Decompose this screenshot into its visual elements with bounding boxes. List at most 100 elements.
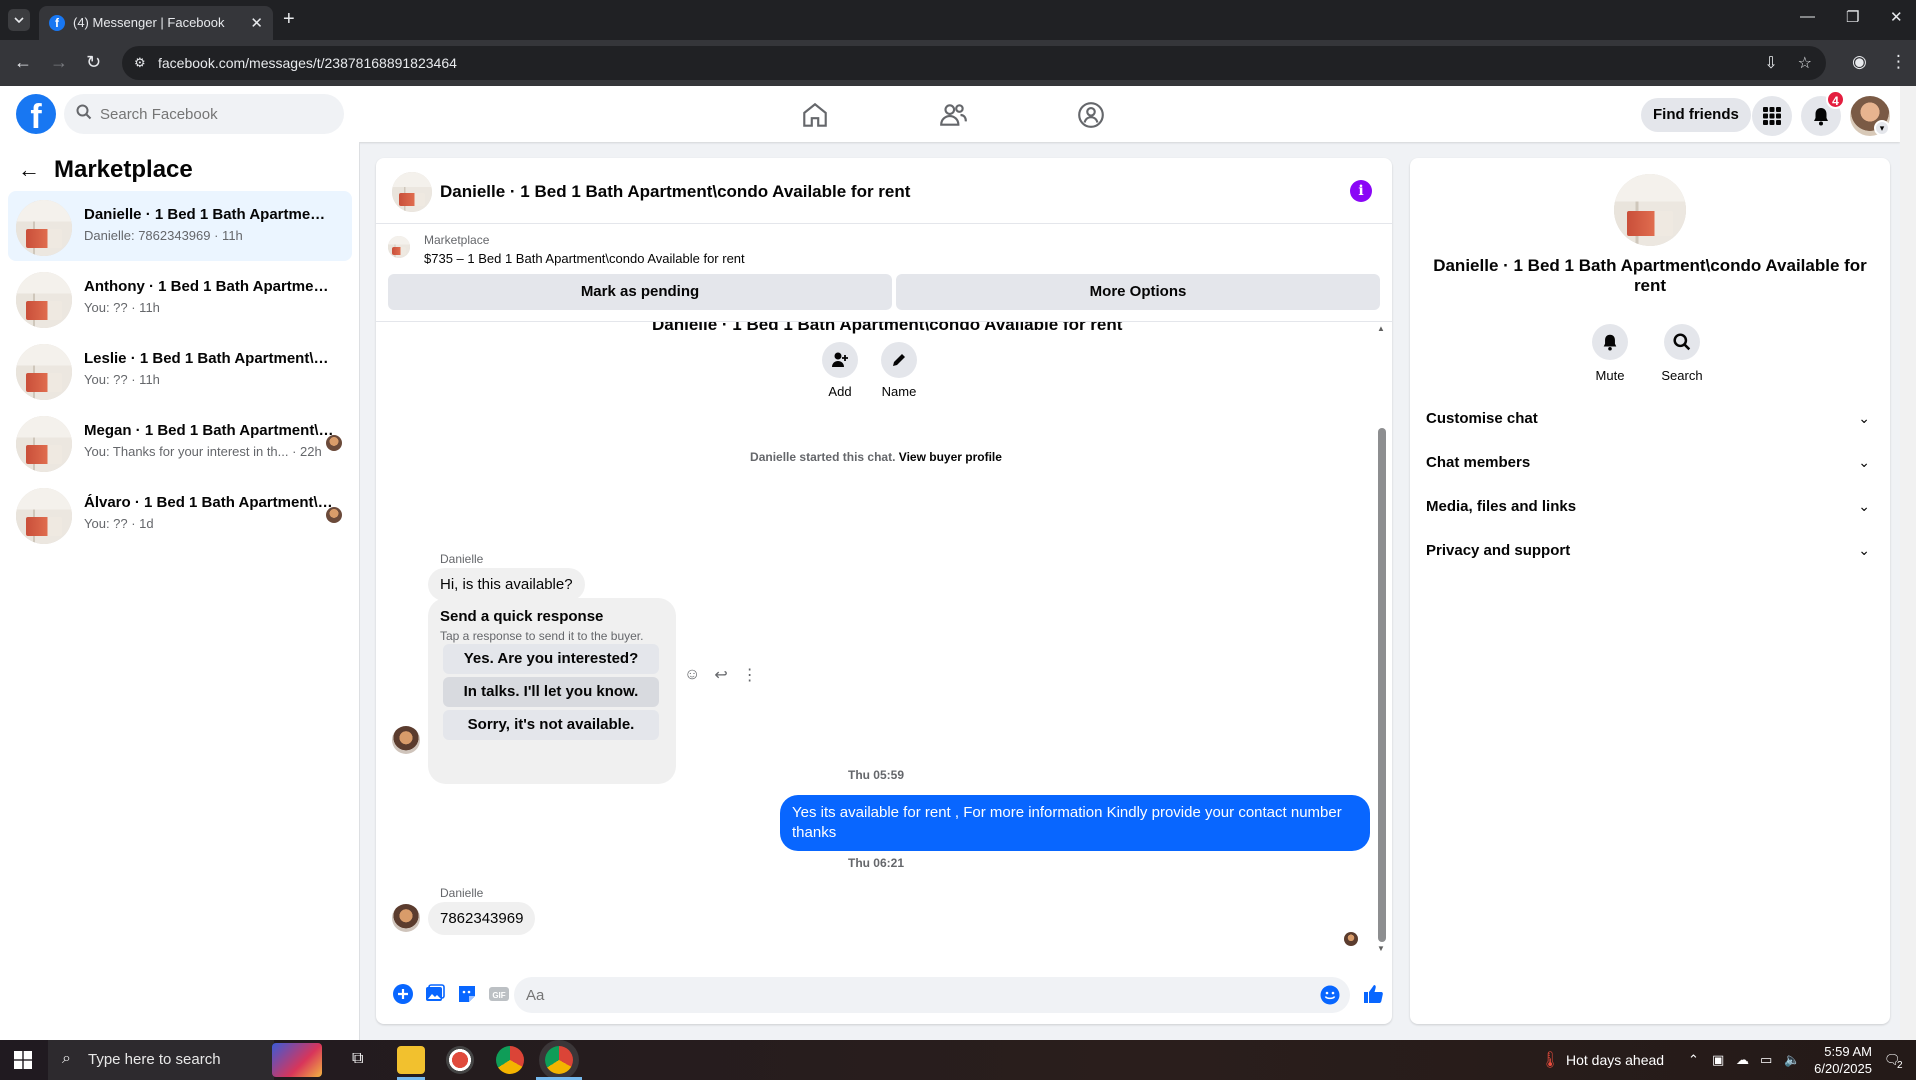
details-title: Danielle · 1 Bed 1 Bath Apartment\condo …: [1433, 256, 1867, 295]
listing-thumbnail[interactable]: [392, 172, 432, 212]
home-icon[interactable]: [800, 100, 830, 130]
privacy-support-section[interactable]: Privacy and support ⌄: [1426, 530, 1874, 574]
search-input[interactable]: [100, 94, 330, 134]
close-tab-icon[interactable]: ✕: [250, 14, 263, 32]
conversation-item[interactable]: Anthony · 1 Bed 1 Bath Apartment\condo A…: [8, 263, 352, 333]
task-view-icon[interactable]: ⧉: [352, 1050, 363, 1068]
groups-icon[interactable]: [1076, 100, 1106, 130]
conversation-title: Danielle · 1 Bed 1 Bath Apartment\condo …: [84, 206, 334, 223]
network-icon[interactable]: ▭: [1760, 1052, 1772, 1068]
volume-icon[interactable]: 🔈: [1784, 1052, 1800, 1068]
conversation-item[interactable]: Megan · 1 Bed 1 Bath Apartment\condo Ava…: [8, 407, 352, 477]
scroll-thumb[interactable]: [1378, 428, 1386, 942]
restore-icon[interactable]: ❐: [1846, 8, 1859, 26]
info-icon[interactable]: i: [1350, 180, 1372, 202]
tab-list-button[interactable]: [8, 9, 30, 31]
meet-icon[interactable]: ▣: [1712, 1052, 1724, 1068]
marketplace-sidebar: ← Marketplace Danielle · 1 Bed 1 Bath Ap…: [0, 142, 360, 1040]
name-label: Name: [881, 384, 917, 399]
cloud-icon[interactable]: ☁: [1736, 1052, 1749, 1068]
chevron-down-icon: ⌄: [1858, 410, 1870, 426]
photo-icon[interactable]: [424, 983, 446, 1005]
chrome-icon[interactable]: [496, 1046, 524, 1074]
mute-label: Mute: [1595, 368, 1625, 383]
address-bar[interactable]: ⚙ facebook.com/messages/t/23878168891823…: [122, 46, 1826, 80]
friends-icon[interactable]: [938, 100, 968, 130]
back-arrow-icon[interactable]: ←: [18, 157, 40, 183]
close-window-icon[interactable]: ✕: [1890, 8, 1903, 26]
chevron-up-icon[interactable]: ⌃: [1688, 1052, 1699, 1068]
clock-date[interactable]: 6/20/2025: [1810, 1061, 1872, 1076]
more-kebab-icon[interactable]: ⋮: [742, 665, 758, 685]
message-input-wrapper[interactable]: [514, 977, 1350, 1013]
file-explorer-icon[interactable]: [397, 1046, 425, 1074]
section-label: Media, files and links: [1426, 498, 1577, 515]
message-input[interactable]: [526, 977, 1286, 1013]
quick-response-title: Send a quick response: [440, 608, 604, 625]
sticker-icon[interactable]: [456, 983, 478, 1005]
quick-response-not-available[interactable]: Sorry, it's not available.: [443, 710, 659, 740]
gif-icon[interactable]: GIF: [488, 983, 510, 1005]
taskbar-search[interactable]: ⌕ Type here to search: [48, 1040, 274, 1080]
chat-scrollbar[interactable]: ▲ ▼: [1376, 324, 1386, 954]
thumbs-up-icon[interactable]: [1362, 983, 1384, 1005]
quick-response-subtitle: Tap a response to send it to the buyer.: [440, 629, 644, 643]
new-tab-button[interactable]: +: [283, 8, 295, 31]
plus-circle-icon[interactable]: [392, 983, 414, 1005]
started-text: Danielle started this chat.: [750, 450, 896, 464]
customise-chat-section[interactable]: Customise chat ⌄: [1426, 398, 1874, 442]
forward-icon[interactable]: →: [50, 52, 68, 73]
sender-avatar[interactable]: [392, 726, 420, 754]
browser-tab[interactable]: f (4) Messenger | Facebook ✕: [39, 6, 273, 40]
reply-icon[interactable]: ↩: [714, 665, 727, 685]
bookmark-star-icon[interactable]: ☆: [1798, 53, 1812, 73]
install-app-icon[interactable]: ⇩: [1764, 53, 1777, 73]
name-action[interactable]: Name: [879, 342, 919, 399]
chrome-profile-icon[interactable]: [545, 1046, 573, 1074]
weather-text[interactable]: Hot days ahead: [1566, 1052, 1664, 1068]
back-icon[interactable]: ←: [14, 52, 32, 73]
search-highlight-image[interactable]: [272, 1043, 322, 1077]
conversation-item[interactable]: Danielle · 1 Bed 1 Bath Apartment\condo …: [8, 191, 352, 261]
react-emoji-icon[interactable]: ☺: [684, 666, 700, 684]
message-actions: ☺ ↩ ⋮: [684, 665, 758, 685]
minimize-icon[interactable]: —: [1800, 8, 1815, 25]
search-label: Search: [1661, 368, 1703, 383]
chevron-down-icon[interactable]: ▾: [1874, 120, 1890, 136]
chat-title[interactable]: Danielle · 1 Bed 1 Bath Apartment\condo …: [440, 182, 910, 202]
sender-avatar[interactable]: [392, 904, 420, 932]
conversation-item[interactable]: Leslie · 1 Bed 1 Bath Apartment\condo Av…: [8, 335, 352, 405]
windows-taskbar: ⌕ Type here to search ⧉ 🌡 Hot days ahead…: [0, 1040, 1916, 1080]
conversation-item[interactable]: Álvaro · 1 Bed 1 Bath Apartment\condo Av…: [8, 479, 352, 549]
find-friends-button[interactable]: Find friends: [1641, 98, 1751, 132]
quick-response-in-talks[interactable]: In talks. I'll let you know.: [443, 677, 659, 707]
clock-time[interactable]: 5:59 AM: [1814, 1044, 1872, 1059]
thermometer-icon[interactable]: 🌡: [1540, 1050, 1560, 1070]
menu-kebab-icon[interactable]: ⋮: [1890, 52, 1907, 72]
facebook-search[interactable]: [64, 94, 344, 134]
profile-icon[interactable]: ◉: [1852, 52, 1867, 72]
search-action[interactable]: Search: [1652, 324, 1712, 383]
app-icon[interactable]: [446, 1046, 474, 1074]
media-files-links-section[interactable]: Media, files and links ⌄: [1426, 486, 1874, 530]
page-scrollbar[interactable]: [1900, 86, 1916, 1040]
facebook-logo[interactable]: f: [16, 94, 56, 134]
site-info-icon[interactable]: ⚙: [134, 55, 150, 71]
emoji-icon[interactable]: [1320, 985, 1340, 1005]
quick-response-yes[interactable]: Yes. Are you interested?: [443, 644, 659, 674]
conversation-title: Álvaro · 1 Bed 1 Bath Apartment\condo Av…: [84, 494, 334, 511]
more-options-button[interactable]: More Options: [896, 274, 1380, 310]
scroll-up-arrow-icon[interactable]: ▲: [1376, 324, 1386, 333]
mark-as-pending-button[interactable]: Mark as pending: [388, 274, 892, 310]
reload-icon[interactable]: ↻: [86, 52, 101, 73]
facebook-favicon-icon: f: [49, 15, 65, 31]
windows-start-icon[interactable]: [14, 1051, 32, 1069]
scroll-down-arrow-icon[interactable]: ▼: [1376, 944, 1386, 953]
mute-action[interactable]: Mute: [1580, 324, 1640, 383]
listing-title[interactable]: $735 – 1 Bed 1 Bath Apartment\condo Avai…: [424, 251, 745, 266]
url-text[interactable]: facebook.com/messages/t/2387816889182346…: [158, 55, 457, 71]
view-buyer-profile-link[interactable]: View buyer profile: [899, 450, 1002, 464]
chat-members-section[interactable]: Chat members ⌄: [1426, 442, 1874, 486]
add-action[interactable]: Add: [820, 342, 860, 399]
menu-button[interactable]: [1752, 96, 1792, 136]
